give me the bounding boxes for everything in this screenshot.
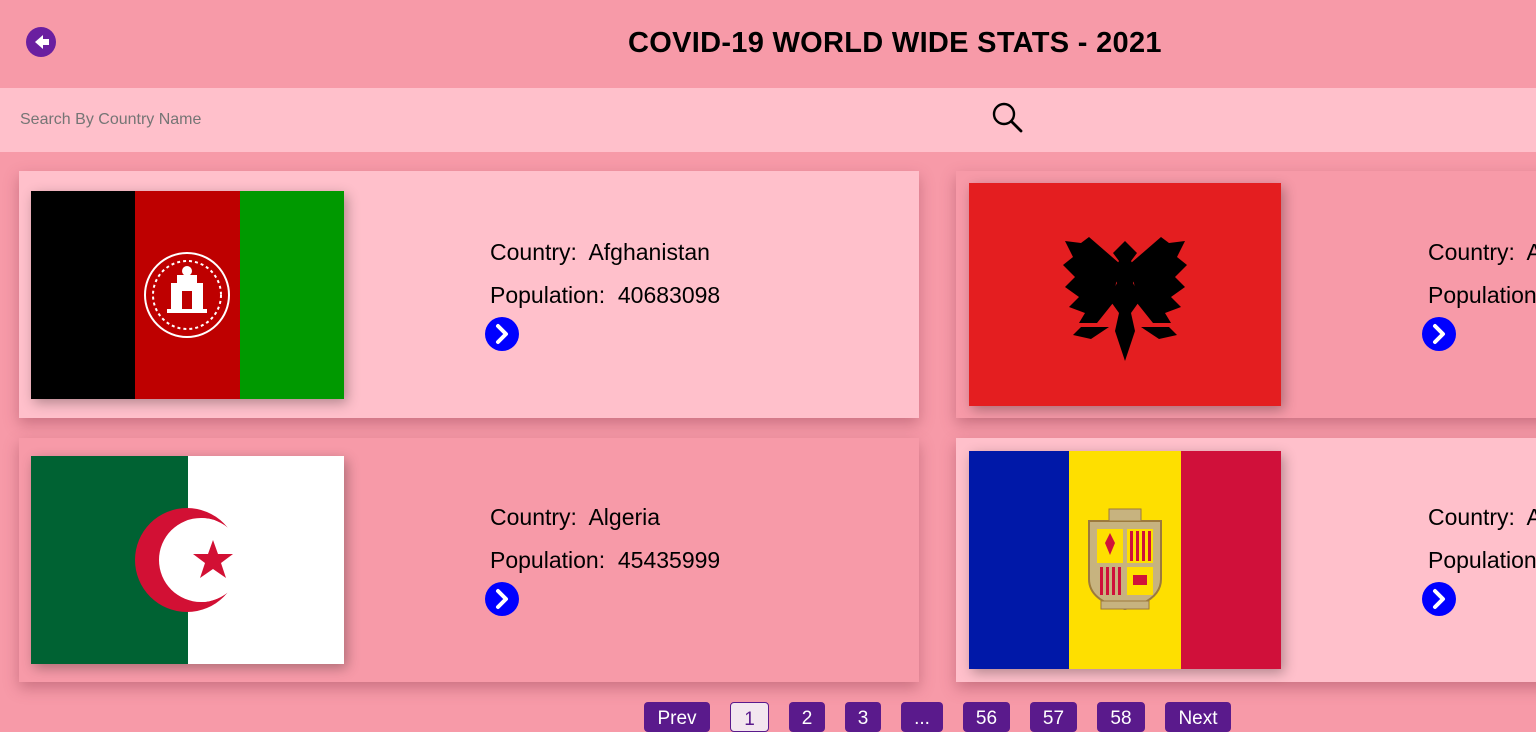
country-label: Country: xyxy=(490,504,577,530)
country-line: Country: Andorra xyxy=(1428,504,1536,531)
country-name: Afghanistan xyxy=(588,239,710,265)
country-name: Andorra xyxy=(1526,504,1536,530)
flag-image-afghanistan xyxy=(31,191,344,399)
arrow-left-circle-icon[interactable] xyxy=(25,26,57,58)
population-line: Population: 40683098 xyxy=(490,282,720,309)
country-label: Country: xyxy=(1428,239,1515,265)
country-card[interactable]: Country: Andorra Population: xyxy=(956,438,1536,682)
population-label: Population: xyxy=(490,282,606,308)
population-line: Population: 45435999 xyxy=(490,547,720,574)
population-label: Population: xyxy=(1428,547,1536,573)
country-label: Country: xyxy=(490,239,577,265)
page-button-58[interactable]: 58 xyxy=(1097,702,1145,732)
country-line: Country: Afghanistan xyxy=(490,239,710,266)
chevron-right-circle-icon[interactable] xyxy=(484,316,520,352)
flag-image-algeria xyxy=(31,456,344,664)
country-name: Albania xyxy=(1526,239,1536,265)
search-input[interactable] xyxy=(18,106,962,134)
population-label: Population: xyxy=(1428,282,1536,308)
page-button-56[interactable]: 56 xyxy=(963,702,1010,732)
country-card[interactable]: Country: Albania Population: xyxy=(956,171,1536,418)
country-name: Algeria xyxy=(588,504,661,530)
chevron-right-circle-icon[interactable] xyxy=(484,581,520,617)
flag-image-andorra xyxy=(969,451,1281,669)
country-card[interactable]: Country: Afghanistan Population: 4068309… xyxy=(19,171,919,418)
prev-page-button[interactable]: Prev xyxy=(644,702,710,732)
country-card[interactable]: Country: Algeria Population: 45435999 xyxy=(19,438,919,682)
population-value: 45435999 xyxy=(617,547,721,573)
page-button-1[interactable]: 1 xyxy=(730,702,769,732)
population-value: 40683098 xyxy=(617,282,721,308)
country-line: Country: Albania xyxy=(1428,239,1536,266)
population-label: Population: xyxy=(490,547,606,573)
country-label: Country: xyxy=(1428,504,1515,530)
search-bar xyxy=(0,88,1536,152)
search-icon[interactable] xyxy=(990,100,1024,134)
page-button-3[interactable]: 3 xyxy=(845,702,881,732)
app-header: COVID-19 WORLD WIDE STATS - 2021 xyxy=(0,0,1536,88)
population-line: Population: xyxy=(1428,547,1536,574)
flag-image-albania xyxy=(969,183,1281,406)
page-ellipsis: ... xyxy=(901,702,943,732)
chevron-right-circle-icon[interactable] xyxy=(1421,316,1457,352)
country-line: Country: Algeria xyxy=(490,504,660,531)
page-title: COVID-19 WORLD WIDE STATS - 2021 xyxy=(628,27,1162,59)
page-button-2[interactable]: 2 xyxy=(789,702,825,732)
next-page-button[interactable]: Next xyxy=(1165,702,1231,732)
page-button-57[interactable]: 57 xyxy=(1030,702,1077,732)
chevron-right-circle-icon[interactable] xyxy=(1421,581,1457,617)
population-line: Population: xyxy=(1428,282,1536,309)
